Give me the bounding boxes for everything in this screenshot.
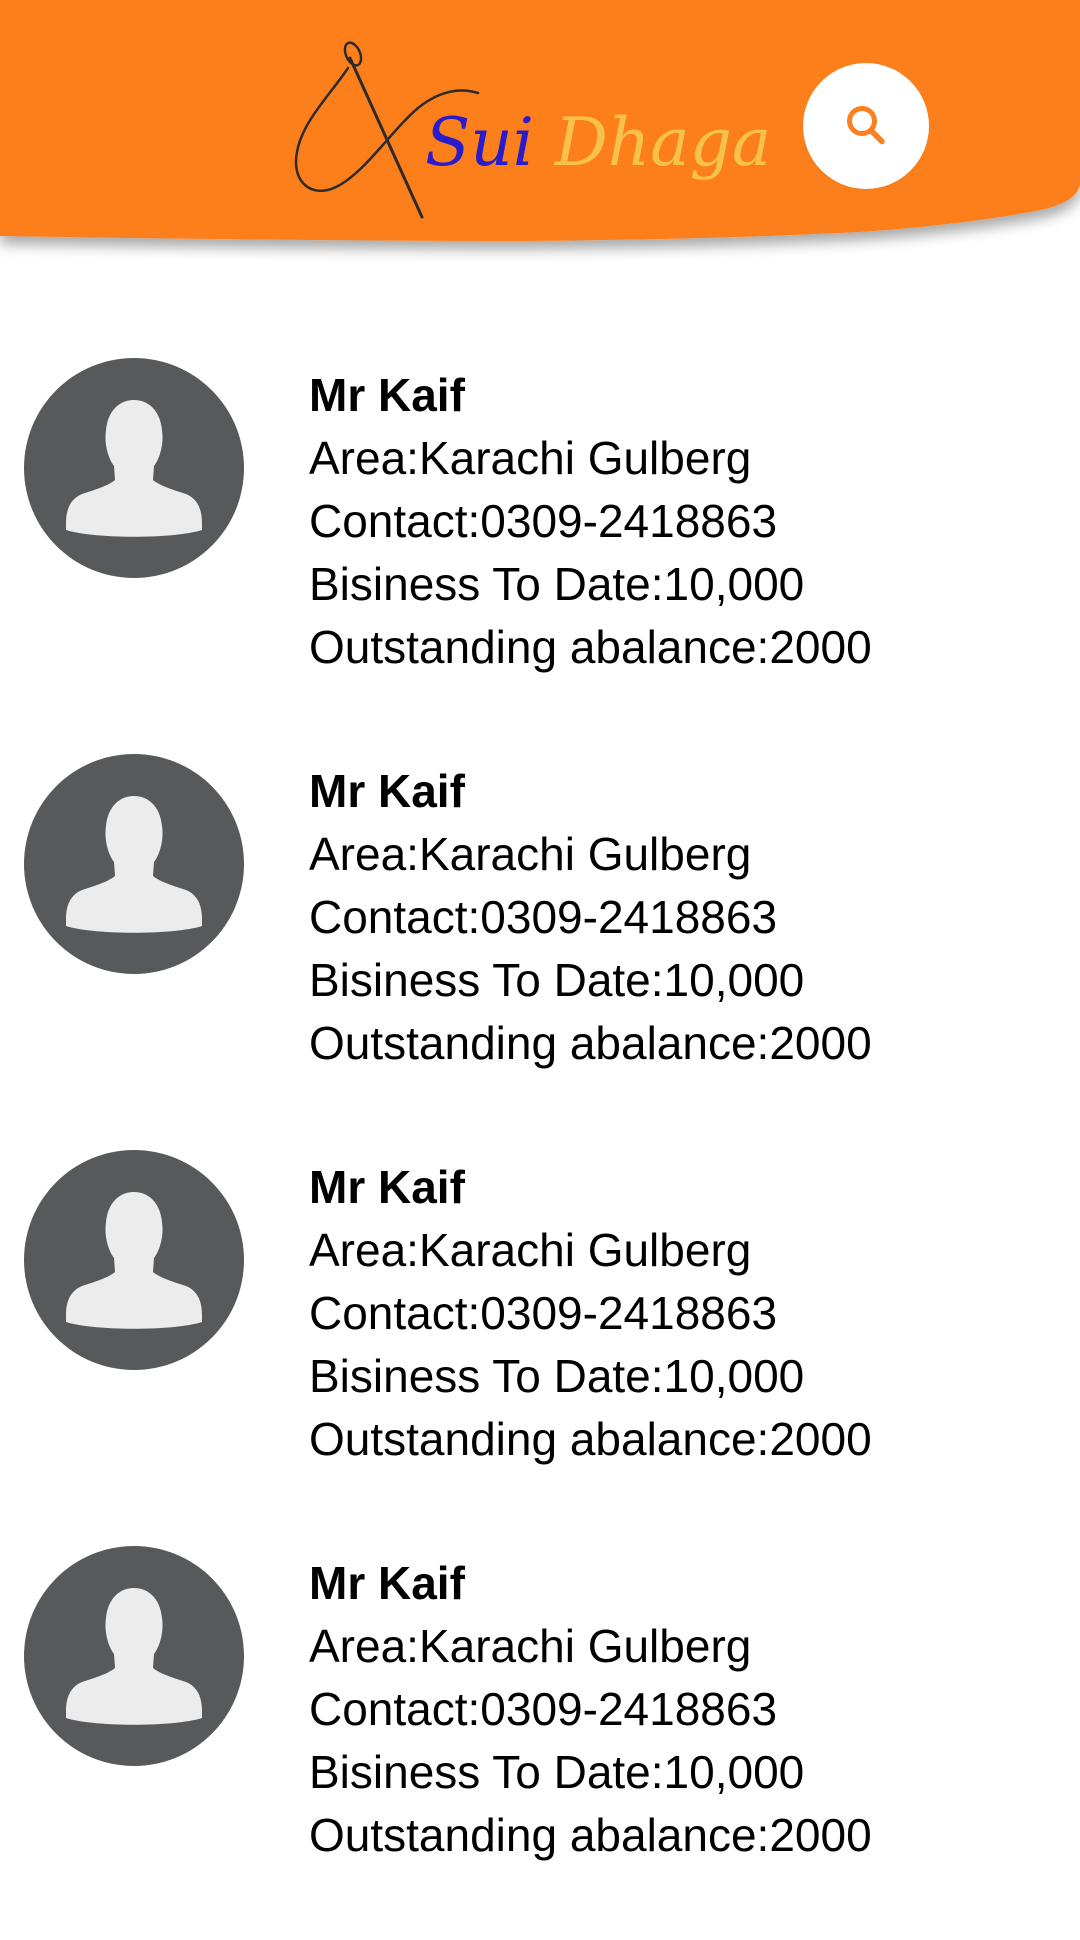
customer-outstanding-balance: Outstanding abalance:2000 (309, 1809, 872, 1861)
customer-name: Mr Kaif (309, 1161, 465, 1213)
app-header: Sui Dhaga (0, 0, 1080, 270)
customer-name: Mr Kaif (309, 765, 465, 817)
customer-contact: Contact:0309-2418863 (309, 891, 778, 943)
customer-list-item[interactable]: Mr Kaif Area:Karachi Gulberg Contact:030… (0, 1148, 1080, 1544)
customer-list-item[interactable]: Mr Kaif Area:Karachi Gulberg Contact:030… (0, 752, 1080, 1148)
customer-outstanding-balance: Outstanding abalance:2000 (309, 621, 872, 673)
logo-wordmark: Sui Dhaga (425, 110, 771, 176)
customer-info: Mr Kaif Area:Karachi Gulberg Contact:030… (309, 364, 1049, 679)
user-silhouette-icon (66, 400, 202, 537)
customer-area: Area:Karachi Gulberg (309, 432, 752, 484)
sui-dhaga-logo: Sui Dhaga (290, 40, 771, 230)
user-silhouette-icon (66, 796, 202, 933)
customer-contact: Contact:0309-2418863 (309, 495, 778, 547)
user-silhouette-icon (66, 1192, 202, 1329)
customer-info: Mr Kaif Area:Karachi Gulberg Contact:030… (309, 760, 1049, 1075)
search-button[interactable] (803, 63, 929, 189)
search-icon (847, 106, 885, 145)
avatar (24, 358, 244, 578)
customer-list-item[interactable]: Mr Kaif Area:Karachi Gulberg Contact:030… (0, 1544, 1080, 1940)
customer-business-to-date: Bisiness To Date:10,000 (309, 1350, 805, 1402)
logo-word-sui: Sui (425, 104, 534, 181)
customer-info: Mr Kaif Area:Karachi Gulberg Contact:030… (309, 1552, 1049, 1867)
customer-info: Mr Kaif Area:Karachi Gulberg Contact:030… (309, 1156, 1049, 1471)
logo-word-dhaga: Dhaga (554, 104, 772, 181)
customer-list-item[interactable]: Mr Kaif Area:Karachi Gulberg Contact:030… (0, 356, 1080, 752)
customer-contact: Contact:0309-2418863 (309, 1287, 778, 1339)
avatar (24, 754, 244, 974)
customer-business-to-date: Bisiness To Date:10,000 (309, 558, 805, 610)
avatar (24, 1150, 244, 1370)
customer-business-to-date: Bisiness To Date:10,000 (309, 1746, 805, 1798)
customer-contact: Contact:0309-2418863 (309, 1683, 778, 1735)
customer-name: Mr Kaif (309, 369, 465, 421)
avatar (24, 1546, 244, 1766)
customer-outstanding-balance: Outstanding abalance:2000 (309, 1413, 872, 1465)
customer-outstanding-balance: Outstanding abalance:2000 (309, 1017, 872, 1069)
customer-list: Mr Kaif Area:Karachi Gulberg Contact:030… (0, 356, 1080, 1940)
user-silhouette-icon (66, 1588, 202, 1725)
customer-area: Area:Karachi Gulberg (309, 1620, 752, 1672)
customer-area: Area:Karachi Gulberg (309, 828, 752, 880)
customer-name: Mr Kaif (309, 1557, 465, 1609)
customer-area: Area:Karachi Gulberg (309, 1224, 752, 1276)
customer-business-to-date: Bisiness To Date:10,000 (309, 954, 805, 1006)
